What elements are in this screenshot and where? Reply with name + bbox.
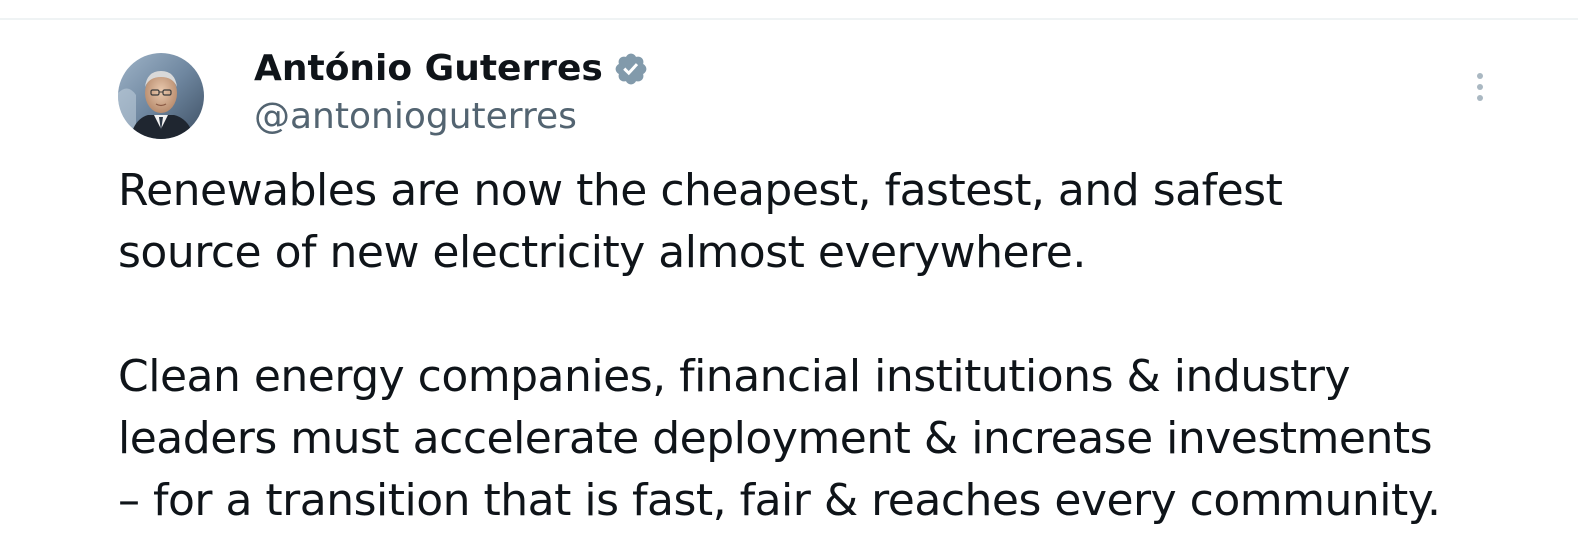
avatar-photo <box>118 53 204 139</box>
tweet-line: source of new electricity almost everywh… <box>118 227 1086 278</box>
tweet-line: Renewables are now the cheapest, fastest… <box>118 165 1283 216</box>
top-divider <box>0 18 1578 20</box>
verified-badge-icon[interactable] <box>613 51 649 87</box>
author-avatar[interactable] <box>118 53 204 139</box>
more-vertical-icon <box>1477 73 1483 101</box>
more-options-button[interactable] <box>1460 66 1500 110</box>
tweet-line: Clean energy companies, financial instit… <box>118 351 1351 402</box>
tweet-line: – for a transition that is fast, fair & … <box>118 475 1441 526</box>
author-name-row: António Guterres <box>254 46 649 92</box>
author-display-name[interactable]: António Guterres <box>254 46 603 92</box>
author-handle[interactable]: @antonioguterres <box>254 94 577 140</box>
tweet-line: leaders must accelerate deployment & inc… <box>118 413 1433 464</box>
tweet-text: Renewables are now the cheapest, fastest… <box>118 160 1518 532</box>
